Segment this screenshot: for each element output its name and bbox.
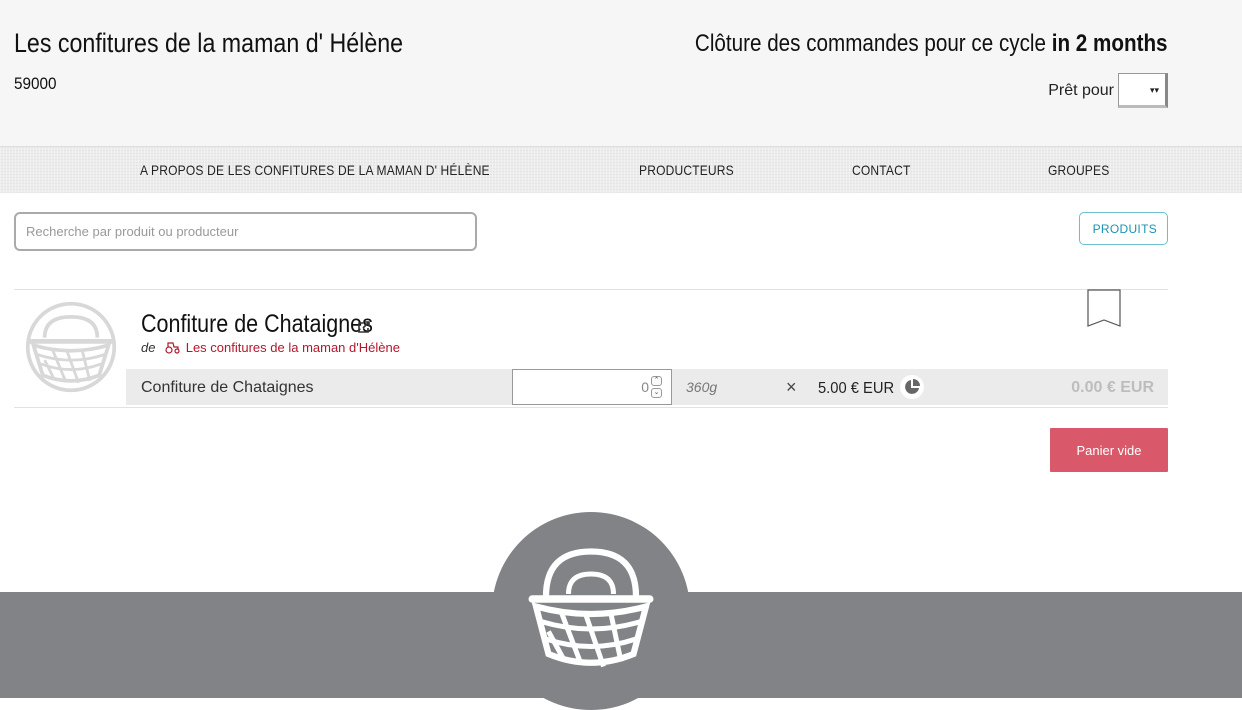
quantity-spinner: ⌃ ⌄ [651,376,663,400]
order-closing-notice: Clôture des commandes pour ce cycle in 2… [695,30,1168,58]
variant-row: Confiture de Chataignes 0 ⌃ ⌄ 360g × 5.0… [126,369,1168,405]
ready-for-select[interactable]: ▾▾ [1118,73,1168,108]
by-label: de [141,340,156,355]
bookmark-icon[interactable] [1087,289,1121,327]
quantity-stepper[interactable]: 0 ⌃ ⌄ [512,369,672,405]
shop-name: Les confitures de la maman d' Hélène [14,28,404,58]
page-header: Les confitures de la maman d' Hélène 590… [0,0,1242,146]
variant-price: 5.00 € EUR [818,380,895,397]
shop-zip: 59000 [14,74,57,93]
nav-item-about[interactable]: A PROPOS DE LES CONFITURES DE LA MAMAN D… [140,162,490,178]
search-input[interactable] [14,212,477,251]
chevron-down-icon[interactable]: ⌄ [651,388,662,398]
pie-chart-icon[interactable] [900,375,924,399]
product-byline: de Les confitures de la maman d'Hélène [141,340,400,355]
ready-for-label: Prêt pour [1048,81,1114,99]
variant-total: 0.00 € EUR [1071,379,1154,396]
select-arrow-icon: ▾▾ [1149,85,1159,95]
basket-icon [25,301,117,393]
nav-item-producers[interactable]: PRODUCTEURS [639,162,734,178]
external-link-icon[interactable] [357,320,371,334]
main-nav: A PROPOS DE LES CONFITURES DE LA MAMAN D… [0,146,1242,193]
products-button[interactable]: PRODUITS [1079,212,1168,245]
divider [14,407,1168,408]
tractor-icon [165,342,180,354]
product-title[interactable]: Confiture de Chataignes [141,310,373,339]
variant-name: Confiture de Chataignes [141,379,314,396]
variant-unit: 360g [686,379,718,395]
divider [14,289,1168,290]
nav-item-groups[interactable]: GROUPES [1048,162,1109,178]
basket-icon [528,548,654,668]
closing-prefix: Clôture des commandes pour ce cycle [695,30,1047,57]
nav-item-contact[interactable]: CONTACT [852,162,911,178]
quantity-value: 0 [641,379,649,395]
times-icon: × [786,377,797,397]
ready-for: Prêt pour ▾▾ [1048,73,1168,108]
producer-link[interactable]: Les confitures de la maman d'Hélène [186,340,400,355]
closing-time: in 2 months [1052,30,1168,57]
cart-button[interactable]: Panier vide [1050,428,1168,472]
chevron-up-icon[interactable]: ⌃ [651,376,662,386]
